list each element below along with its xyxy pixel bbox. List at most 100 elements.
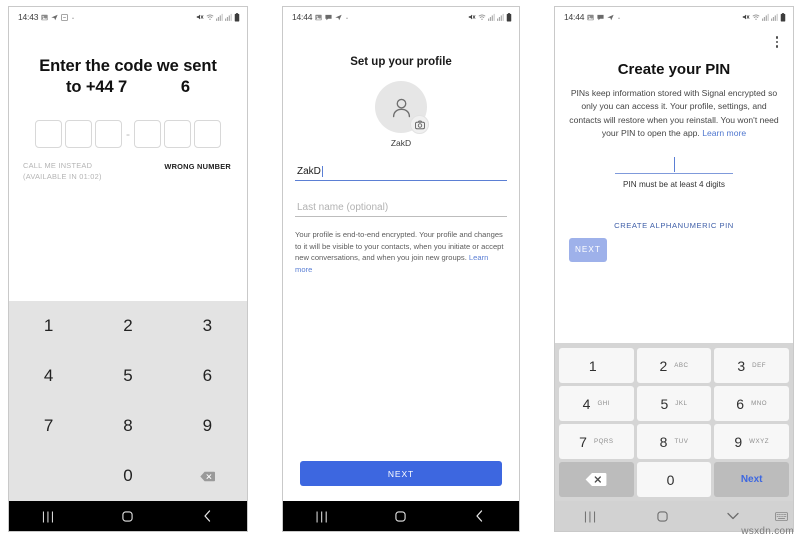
next-button[interactable]: NEXT [569, 237, 607, 262]
pin-input[interactable] [615, 155, 733, 174]
key-letters: GHI [597, 400, 610, 407]
battery-icon [506, 12, 512, 22]
message-icon [597, 14, 604, 21]
home-icon[interactable] [626, 510, 697, 522]
last-name-placeholder: Last name (optional) [297, 202, 389, 213]
dot-icon [71, 14, 75, 21]
code-digit-6[interactable] [194, 120, 221, 149]
signal-icon [216, 13, 223, 21]
backspace-icon[interactable] [200, 471, 215, 482]
keyboard-key-8[interactable]: 8 TUV [636, 424, 712, 459]
keypad-key-7[interactable]: 7 [44, 416, 53, 436]
wifi-icon [478, 13, 486, 21]
keyboard-key-2[interactable]: 2 ABC [636, 348, 712, 383]
create-alphanumeric-pin-button[interactable]: CREATE ALPHANUMERIC PIN [555, 221, 793, 230]
more-vertical-icon[interactable] [771, 34, 783, 50]
back-icon[interactable] [441, 510, 519, 522]
keypad-key-6[interactable]: 6 [203, 366, 212, 386]
key-letters: MNO [751, 400, 768, 407]
key-number: 0 [666, 471, 675, 488]
verification-code-input[interactable]: - [9, 120, 247, 149]
key-number: 8 [659, 433, 668, 450]
nav-recents-button[interactable]: ||| [555, 510, 626, 522]
keypad-key-4[interactable]: 4 [44, 366, 53, 386]
key-number: 4 [582, 395, 591, 412]
key-number: Next [740, 474, 763, 485]
code-digit-2[interactable] [65, 120, 92, 149]
page-title: Enter the code we sent to +44 7 6 [9, 25, 247, 98]
last-name-field[interactable]: Last name (optional) [295, 198, 507, 217]
keypad-key-1[interactable]: 1 [44, 316, 53, 336]
text-caret [321, 166, 323, 177]
keyboard-key-6[interactable]: 6 MNO [714, 386, 789, 421]
first-name-field[interactable]: ZakD [295, 162, 507, 181]
keypad-key-0[interactable]: 0 [123, 466, 132, 486]
mute-icon [468, 13, 476, 21]
keypad-key-8[interactable]: 8 [123, 416, 132, 436]
home-icon[interactable] [362, 510, 440, 522]
key-number: 5 [660, 395, 669, 412]
home-icon[interactable] [89, 510, 168, 522]
nav-recents-button[interactable]: ||| [9, 510, 88, 522]
profile-note: Your profile is end-to-end encrypted. Yo… [295, 229, 507, 275]
keyboard-key-3[interactable]: 3 DEF [714, 348, 789, 383]
signal2-icon [497, 13, 504, 21]
key-number: 1 [588, 357, 597, 374]
key-letters: TUV [674, 438, 689, 445]
keyboard-key-9[interactable]: 9 WXYZ [714, 424, 789, 459]
keyboard-key-4[interactable]: 4 GHI [559, 386, 634, 421]
status-time: 14:44 [292, 12, 313, 22]
next-button[interactable]: NEXT [300, 461, 502, 486]
numeric-keypad: 1 2 3 4 5 6 7 8 9 0 [9, 301, 247, 501]
code-digit-1[interactable] [35, 120, 62, 149]
key-number: 3 [737, 357, 746, 374]
wifi-icon [752, 13, 760, 21]
page-title: Set up your profile [350, 56, 452, 68]
android-nav-bar: ||| [9, 501, 247, 531]
screenshot-canvas: 14:43 Enter the code we sent to +44 7 6 [0, 0, 800, 538]
status-bar: 14:44 [555, 7, 793, 25]
call-me-instead-button[interactable]: CALL ME INSTEAD (AVAILABLE IN 01:02) [23, 161, 102, 182]
key-number: 2 [659, 357, 668, 374]
keyboard-key-5[interactable]: 5 JKL [636, 386, 712, 421]
key-letters: JKL [675, 400, 688, 407]
camera-icon[interactable] [410, 115, 429, 134]
keyboard-icon[interactable] [769, 511, 793, 521]
code-digit-5[interactable] [164, 120, 191, 149]
pin-screen: Create your PIN PINs keep information st… [555, 25, 793, 501]
status-bar-right [196, 12, 240, 22]
first-name-value: ZakD [297, 166, 321, 177]
code-digit-4[interactable] [134, 120, 161, 149]
mute-icon [196, 13, 204, 21]
battery-icon [234, 12, 240, 22]
key-letters: WXYZ [749, 438, 769, 445]
keyboard-key-next[interactable]: Next [714, 462, 789, 497]
message-icon [325, 14, 332, 21]
keyboard-key-1[interactable]: 1 [559, 348, 634, 383]
keypad-key-9[interactable]: 9 [203, 416, 212, 436]
code-digit-3[interactable] [95, 120, 122, 149]
back-icon[interactable] [168, 510, 247, 522]
learn-more-link[interactable]: Learn more [702, 128, 746, 138]
status-bar-right [468, 12, 512, 22]
dot-3 [775, 45, 779, 48]
keyboard-key-0[interactable]: 0 [636, 462, 712, 497]
nav-recents-button[interactable]: ||| [283, 510, 361, 522]
backspace-icon[interactable] [559, 462, 634, 497]
status-bar-left: 14:44 [292, 12, 349, 22]
keyboard-key-7[interactable]: 7 PQRS [559, 424, 634, 459]
image-icon [315, 14, 322, 21]
watermark: wsxdn.com [741, 526, 794, 537]
key-number: 9 [734, 433, 743, 450]
keypad-key-3[interactable]: 3 [203, 316, 212, 336]
phone-screen-profile: 14:44 Set up your profile ZakD ZakD Last… [282, 6, 520, 532]
wrong-number-button[interactable]: WRONG NUMBER [164, 161, 231, 182]
image-icon [587, 14, 594, 21]
keypad-key-2[interactable]: 2 [123, 316, 132, 336]
keypad-key-5[interactable]: 5 [123, 366, 132, 386]
pin-description: PINs keep information stored with Signal… [566, 87, 782, 141]
status-bar: 14:43 [9, 7, 247, 25]
avatar[interactable] [375, 81, 429, 134]
status-bar: 14:44 [283, 7, 519, 25]
chevron-down-icon[interactable] [698, 512, 769, 521]
